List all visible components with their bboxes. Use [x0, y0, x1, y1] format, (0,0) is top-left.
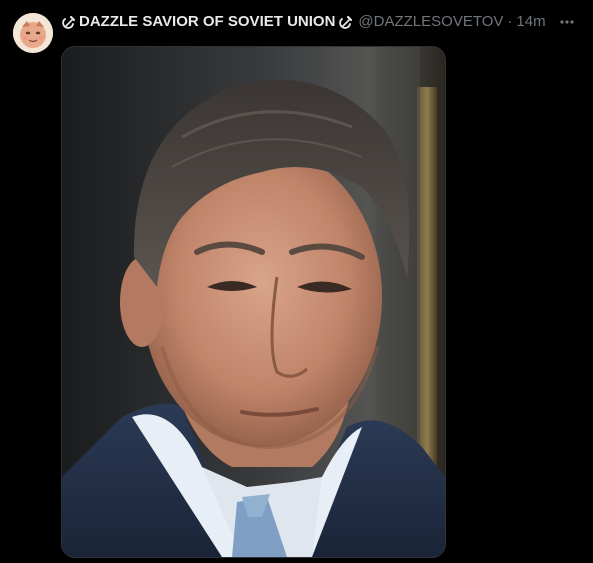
photo-portrait [62, 47, 445, 557]
tweet[interactable]: DAZZLE SAVIOR OF SOVIET UNION @DAZZLESOV… [0, 0, 593, 563]
handle[interactable]: @DAZZLESOVETOV [358, 12, 503, 32]
timestamp[interactable]: 14m [516, 12, 545, 32]
display-name-text: DAZZLE SAVIOR OF SOVIET UNION [79, 13, 336, 30]
more-horizontal-icon [560, 20, 574, 24]
tweet-header: DAZZLE SAVIOR OF SOVIET UNION @DAZZLESOV… [62, 12, 546, 32]
tweet-photo[interactable] [61, 46, 446, 558]
separator-dot: · [507, 13, 513, 30]
hammer-and-sickle-icon [339, 15, 353, 29]
display-name[interactable]: DAZZLE SAVIOR OF SOVIET UNION [62, 12, 353, 32]
avatar[interactable] [13, 13, 53, 53]
hammer-and-sickle-icon [62, 15, 76, 29]
more-options-button[interactable] [555, 10, 579, 34]
